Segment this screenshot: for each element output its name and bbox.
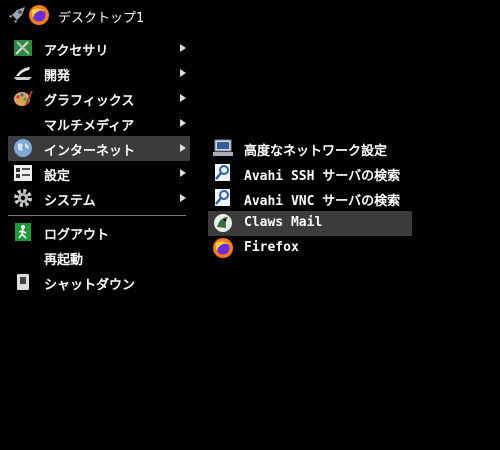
rocket-launcher-icon[interactable]: [6, 4, 28, 26]
menu-item-graphics[interactable]: グラフィックス: [8, 86, 190, 111]
submenu-item-firefox[interactable]: Firefox: [208, 236, 412, 261]
submenu-item-label: Avahi SSH サーバの検索: [244, 169, 401, 184]
network-settings-icon: [212, 137, 234, 159]
menu-item-shutdown[interactable]: シャットダウン: [8, 270, 190, 295]
firefox-icon[interactable]: [28, 4, 50, 26]
avahi-ssh-icon: [212, 162, 234, 184]
menu-item-logout[interactable]: ログアウト: [8, 220, 190, 245]
internet-submenu: 高度なネットワーク設定 Avahi SSH サーバの検索 Avahi VNC サ…: [208, 136, 412, 262]
menu-item-multimedia[interactable]: マルチメディア: [8, 111, 190, 136]
submenu-item-label: Avahi VNC サーバの検索: [244, 194, 401, 209]
menu-item-internet[interactable]: インターネット: [8, 136, 190, 161]
taskbar: デスクトップ1: [0, 0, 500, 30]
submenu-arrow-icon: [180, 44, 186, 52]
shutdown-icon: [12, 271, 34, 293]
submenu-item-label: 高度なネットワーク設定: [244, 144, 388, 159]
submenu-item-network-settings[interactable]: 高度なネットワーク設定: [208, 136, 412, 161]
menu-item-label: グラフィックス: [44, 94, 135, 109]
menu-item-system[interactable]: システム: [8, 186, 190, 211]
avahi-vnc-icon: [212, 187, 234, 209]
menu-item-label: 設定: [44, 169, 71, 184]
menu-item-label: ログアウト: [44, 228, 110, 243]
submenu-item-claws-mail[interactable]: Claws Mail: [208, 211, 412, 236]
claws-mail-icon: [212, 212, 234, 234]
system-gear-icon: [12, 187, 34, 209]
submenu-arrow-icon: [180, 144, 186, 152]
graphics-icon: [12, 87, 34, 109]
menu-item-label: マルチメディア: [44, 119, 135, 134]
menu-item-accessories[interactable]: アクセサリ: [8, 36, 190, 61]
menu-item-label: 開発: [44, 69, 71, 84]
firefox-icon: [212, 237, 234, 259]
submenu-arrow-icon: [180, 94, 186, 102]
submenu-item-avahi-ssh[interactable]: Avahi SSH サーバの検索: [208, 161, 412, 186]
menu-item-development[interactable]: 開発: [8, 61, 190, 86]
menu-item-label: インターネット: [44, 144, 136, 159]
submenu-arrow-icon: [180, 69, 186, 77]
menu-item-settings[interactable]: 設定: [8, 161, 190, 186]
submenu-arrow-icon: [180, 119, 186, 127]
accessories-icon: [12, 37, 34, 59]
main-menu: アクセサリ 開発 グラフィックス マルチメディア インターネット 設定 システム…: [8, 36, 190, 296]
submenu-arrow-icon: [180, 194, 186, 202]
submenu-item-label: Firefox: [244, 240, 299, 255]
logout-icon: [12, 221, 34, 243]
submenu-item-avahi-vnc[interactable]: Avahi VNC サーバの検索: [208, 186, 412, 211]
menu-item-label: 再起動: [44, 253, 84, 268]
menu-item-label: シャットダウン: [44, 278, 136, 293]
development-icon: [12, 62, 34, 84]
submenu-item-label: Claws Mail: [244, 215, 323, 230]
menu-item-label: アクセサリ: [44, 44, 109, 59]
menu-item-reboot[interactable]: 再起動: [8, 245, 190, 270]
settings-icon: [12, 162, 34, 184]
menu-item-label: システム: [44, 194, 96, 209]
menu-separator: [8, 215, 186, 216]
desktop-title: デスクトップ1: [58, 11, 145, 26]
submenu-arrow-icon: [180, 169, 186, 177]
internet-globe-icon: [12, 137, 34, 159]
